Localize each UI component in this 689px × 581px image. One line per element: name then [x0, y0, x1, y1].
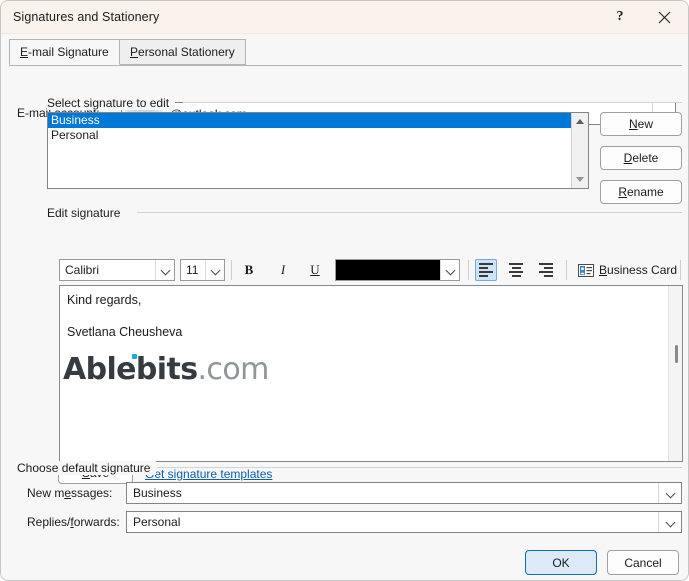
replies-forwards-combobox[interactable]: Personal: [126, 511, 682, 533]
cancel-button-label: Cancel: [624, 555, 662, 570]
help-button[interactable]: ?: [598, 1, 642, 33]
editor-scrollbar-thumb[interactable]: [675, 345, 678, 363]
replies-forwards-dropdown-arrow[interactable]: [658, 512, 681, 532]
italic-label: I: [280, 262, 286, 277]
font-family-value: Calibri: [65, 263, 100, 277]
font-size-value: 11: [186, 263, 199, 277]
scroll-up-arrow-icon[interactable]: [572, 113, 588, 130]
scroll-down-arrow-icon[interactable]: [572, 171, 588, 188]
new-messages-label: New messages:: [27, 486, 113, 500]
toolbar-separator-3: [566, 260, 567, 280]
align-right-button[interactable]: [535, 259, 557, 281]
font-family-combobox[interactable]: Calibri: [59, 259, 175, 281]
rename-button-label: ename: [626, 185, 664, 199]
signatures-and-stationery-dialog: Signatures and Stationery ? E-mail Signa…: [0, 0, 689, 581]
tab-strip: E-mail Signature Personal Stationery: [9, 39, 682, 66]
tab-personal-stationery[interactable]: Personal Stationery: [119, 39, 246, 65]
ok-button-label: OK: [552, 555, 570, 570]
font-size-combobox[interactable]: 11: [180, 259, 225, 281]
align-center-button[interactable]: [505, 259, 527, 281]
logo-suffix-text: .com: [197, 352, 269, 387]
default-signature-group-line: [157, 467, 682, 468]
font-color-swatch: [336, 260, 440, 280]
underline-button[interactable]: U: [304, 259, 326, 281]
chevron-down-icon: [446, 266, 455, 275]
edit-signature-group-label: Edit signature: [47, 206, 127, 220]
font-color-combobox[interactable]: [335, 259, 460, 281]
tab-personal-stationery-label: ersonal Stationery: [138, 45, 235, 59]
signature-list-scrollbar[interactable]: [571, 113, 588, 188]
chevron-down-icon: [211, 266, 220, 275]
window-title: Signatures and Stationery: [13, 10, 160, 24]
new-messages-value: Business: [133, 486, 182, 500]
rename-signature-button[interactable]: Rename: [600, 180, 682, 204]
underline-label: U: [310, 262, 320, 277]
align-left-button[interactable]: [475, 259, 497, 281]
logo-accent-dot-icon: [132, 354, 137, 359]
font-family-dropdown-arrow[interactable]: [155, 260, 174, 280]
select-signature-group-label: Select signature to edit: [47, 96, 176, 110]
italic-button[interactable]: I: [272, 259, 294, 281]
close-button[interactable]: [642, 1, 686, 33]
help-question-icon: ?: [616, 9, 624, 24]
list-item-personal[interactable]: Personal: [48, 128, 588, 143]
ablebits-logo: Ablebits.com: [63, 352, 269, 387]
font-size-dropdown-arrow[interactable]: [205, 260, 224, 280]
editor-scrollbar[interactable]: [668, 286, 682, 461]
business-card-icon: [578, 263, 594, 277]
get-signature-templates-link[interactable]: Get signature templates: [145, 467, 272, 481]
align-center-icon: [509, 263, 523, 277]
new-button-label: ew: [637, 117, 653, 131]
bold-label: B: [244, 262, 254, 277]
toolbar-separator-2: [468, 260, 469, 280]
replies-forwards-label: Replies/forwards:: [27, 515, 120, 529]
signature-line-1: Kind regards,: [67, 293, 142, 307]
default-signature-group-label: Choose default signature: [17, 461, 157, 475]
business-card-button[interactable]: Business Card: [574, 259, 681, 281]
align-right-icon: [539, 263, 553, 277]
tab-email-signature[interactable]: E-mail Signature: [9, 39, 120, 65]
cancel-button[interactable]: Cancel: [607, 550, 679, 575]
new-messages-dropdown-arrow[interactable]: [658, 483, 681, 503]
signature-formatting-toolbar: Calibri 11 B I U Business Card: [59, 256, 683, 286]
toolbar-separator-1: [231, 260, 232, 280]
tab-email-signature-label: -mail Signature: [28, 45, 109, 59]
signature-list[interactable]: Business Personal: [47, 112, 589, 189]
list-item-business[interactable]: Business: [48, 113, 575, 128]
toolbar-separator-4: [680, 260, 681, 280]
ok-button[interactable]: OK: [525, 550, 597, 575]
signature-line-2: Svetlana Cheusheva: [67, 325, 183, 339]
font-color-dropdown-arrow[interactable]: [440, 260, 459, 280]
new-messages-combobox[interactable]: Business: [126, 482, 682, 504]
delete-signature-button[interactable]: Delete: [600, 146, 682, 170]
dialog-body: E-mail Signature Personal Stationery E-m…: [1, 34, 688, 580]
align-left-icon: [479, 263, 493, 277]
new-signature-button[interactable]: New: [600, 112, 682, 136]
chevron-down-icon: [161, 266, 170, 275]
chevron-down-icon: [666, 489, 675, 498]
chevron-down-icon: [666, 518, 675, 527]
logo-primary-text: Ablebits: [63, 352, 198, 387]
edit-signature-group-line: [137, 212, 682, 213]
select-signature-group-line: [183, 102, 682, 103]
business-card-label: usiness Card: [607, 263, 678, 277]
replies-forwards-value: Personal: [133, 515, 181, 529]
title-bar: Signatures and Stationery ?: [1, 1, 688, 34]
bold-button[interactable]: B: [238, 259, 260, 281]
delete-button-label: elete: [632, 151, 659, 165]
close-icon: [658, 11, 670, 23]
